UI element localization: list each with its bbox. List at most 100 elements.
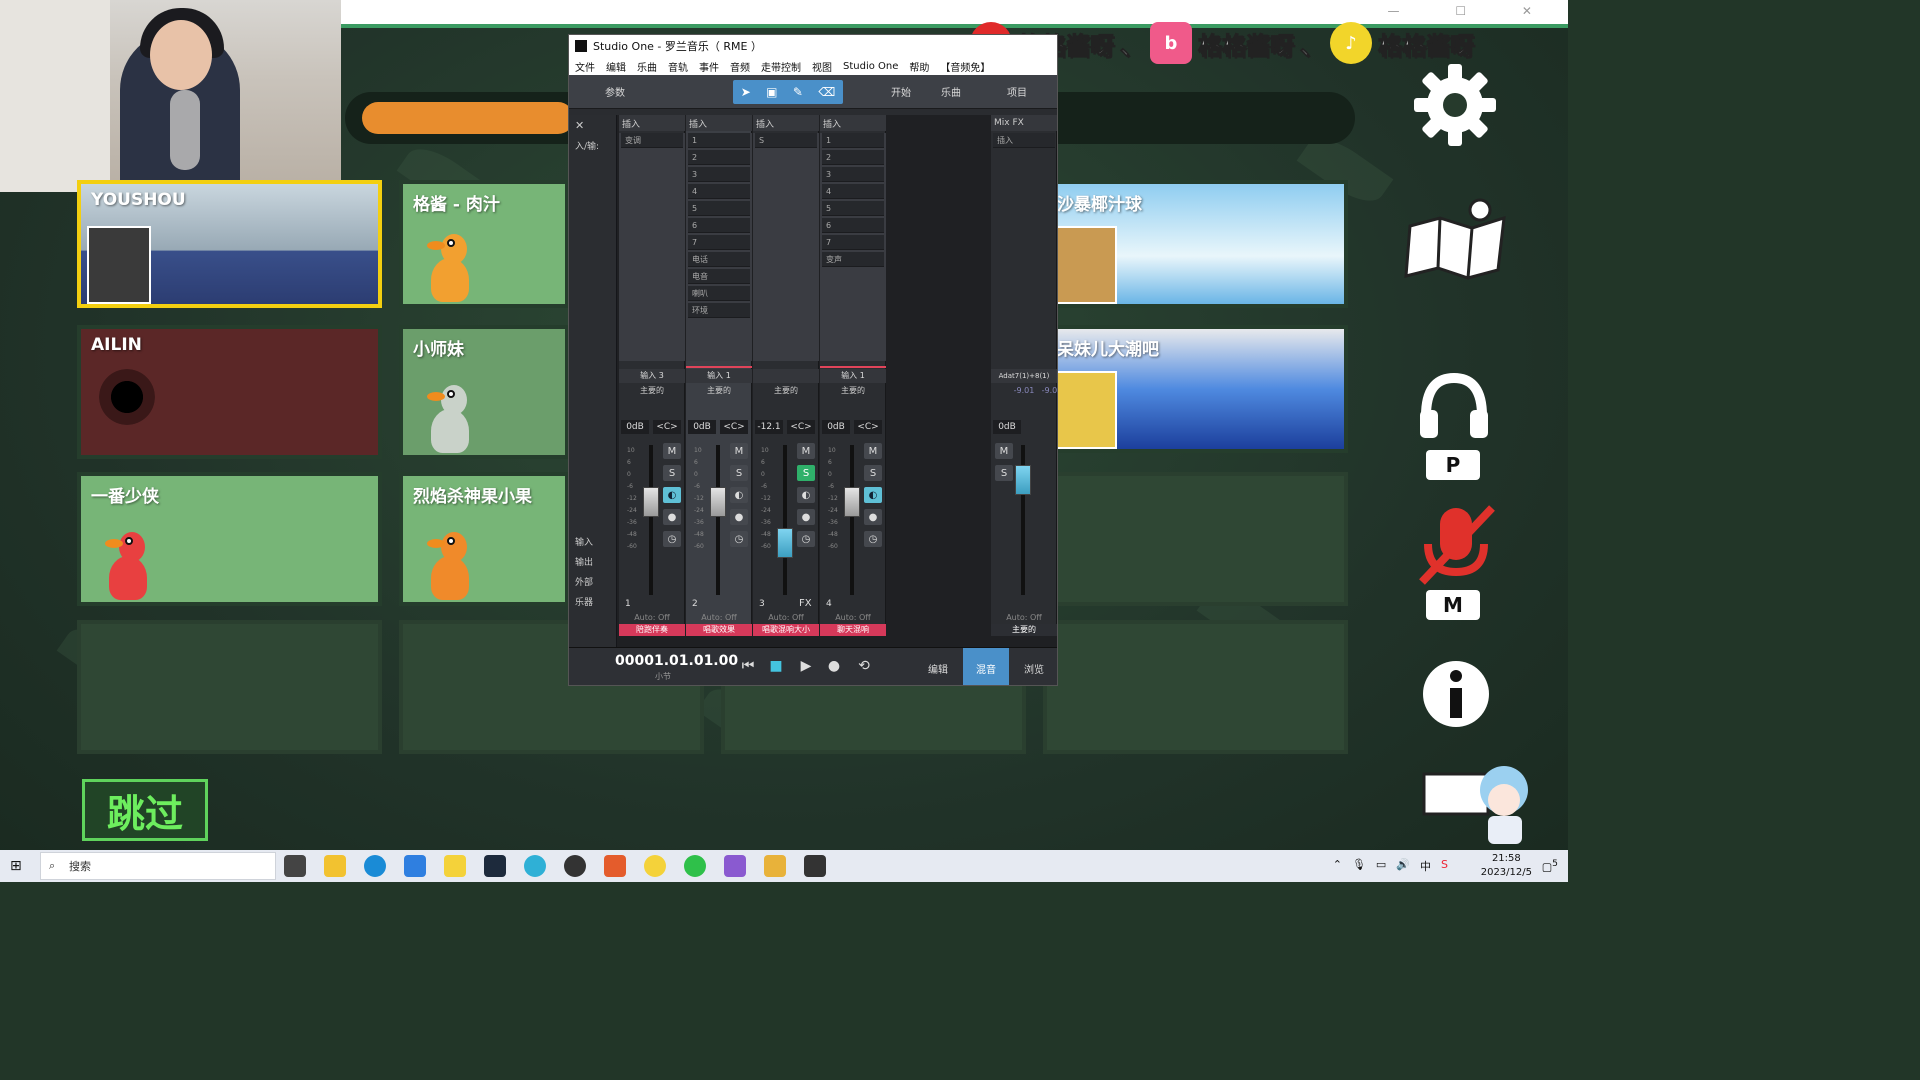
obs-icon[interactable]	[564, 855, 586, 877]
timer-icon[interactable]: ◷	[797, 531, 815, 547]
window-controls[interactable]: — ☐ ✕	[1388, 4, 1558, 18]
studio-one-taskbar-icon[interactable]	[804, 855, 826, 877]
steam-icon[interactable]	[484, 855, 506, 877]
channel-name[interactable]: 唱歌混响大小	[753, 624, 819, 636]
volume-fader[interactable]	[844, 487, 860, 517]
mixer-nav-item[interactable]: 外部	[575, 575, 593, 588]
player-card[interactable]: YOUSHOU	[77, 180, 382, 308]
insert-header[interactable]: 插入	[619, 115, 685, 131]
microphone-icon[interactable]: 🎙	[1352, 858, 1366, 874]
mixfx-header[interactable]: Mix FX	[991, 115, 1057, 131]
insert-slot[interactable]: 7	[688, 235, 750, 250]
automation-mode[interactable]: Auto: Off	[820, 613, 886, 622]
insert-slot[interactable]: 变调	[621, 133, 683, 148]
app-icon[interactable]	[524, 855, 546, 877]
mixer-nav-item[interactable]: 乐器	[575, 595, 593, 608]
record-arm-button[interactable]: ●	[663, 509, 681, 525]
view-tab[interactable]: 浏览	[1011, 648, 1057, 685]
pan-readout[interactable]: <C>	[720, 420, 748, 434]
network-icon[interactable]: ▭	[1376, 858, 1386, 874]
insert-slot[interactable]: 变声	[822, 252, 884, 267]
record-icon[interactable]: ●	[825, 658, 843, 676]
menu-item[interactable]: 走带控制	[761, 59, 801, 74]
player-card[interactable]: 小师妹	[399, 325, 569, 459]
menu-item[interactable]: 音频	[730, 59, 750, 74]
arrow-tool-icon[interactable]: ➤	[741, 85, 751, 99]
insert-header[interactable]: 插入	[753, 115, 819, 131]
volume-readout[interactable]: 0dB	[688, 420, 716, 434]
mute-button[interactable]: M	[730, 443, 748, 459]
volume-readout[interactable]: -12.1	[755, 420, 783, 434]
player-icon[interactable]	[444, 855, 466, 877]
view-tab[interactable]: 编辑	[915, 648, 961, 685]
play-icon[interactable]: ▶	[797, 658, 815, 676]
insert-slot[interactable]: 1	[688, 133, 750, 148]
timer-icon[interactable]: ◷	[663, 531, 681, 547]
insert-slot[interactable]: 3	[822, 167, 884, 182]
goose-goose-duck-icon[interactable]	[764, 855, 786, 877]
pan-readout[interactable]: <C>	[854, 420, 882, 434]
player-card[interactable]: 呆妹儿大潮吧	[1043, 325, 1348, 453]
qq-music-taskbar-icon[interactable]	[644, 855, 666, 877]
channel-strip[interactable]: 插入 1 2 3 4 5 6 7 电话 电音 喇叭 环境 输入 1 主要的 0dB <C> 10 6 0 -6 -12 -…	[686, 115, 752, 636]
channel-input[interactable]: 输入 1	[820, 369, 886, 383]
start-button[interactable]: 开始	[891, 84, 911, 99]
gear-icon[interactable]	[1412, 62, 1498, 148]
mixfx-input[interactable]: Adat7(1)+8(1)	[991, 369, 1057, 383]
volume-readout[interactable]: 0dB	[822, 420, 850, 434]
player-card[interactable]: 烈焰杀神果小果	[399, 472, 569, 606]
automation-mode[interactable]: Auto: Off	[753, 613, 819, 622]
params-dropdown[interactable]: 参数	[605, 84, 625, 99]
insert-slot[interactable]: 2	[822, 150, 884, 165]
pan-readout[interactable]: <C>	[653, 420, 681, 434]
insert-header[interactable]: 插入	[820, 115, 886, 131]
taskbar-search-input[interactable]: ⌕ 搜索	[40, 852, 276, 880]
insert-slot[interactable]: 电话	[688, 252, 750, 267]
mute-button[interactable]: M	[663, 443, 681, 459]
insert-slot[interactable]: 电音	[688, 269, 750, 284]
info-icon[interactable]	[1420, 658, 1492, 730]
pan-readout[interactable]: <C>	[787, 420, 815, 434]
channel-output[interactable]: 主要的	[753, 385, 819, 397]
skip-button[interactable]: 跳过	[82, 779, 208, 841]
ime-indicator[interactable]: 中	[1420, 858, 1431, 874]
insert-slot[interactable]: 4	[688, 184, 750, 199]
menu-item[interactable]: 事件	[699, 59, 719, 74]
loop-icon[interactable]: ⟲	[855, 658, 873, 676]
insert-slot[interactable]: 5	[822, 201, 884, 216]
channel-strip[interactable]: 插入 1 2 3 4 5 6 7 变声 输入 1 主要的 0dB <C> 10 6 0 -6 -12 -24 -36 -…	[820, 115, 886, 636]
solo-button[interactable]: S	[730, 465, 748, 481]
player-card[interactable]: 一番少侠	[77, 472, 382, 606]
insert-slot[interactable]: 6	[822, 218, 884, 233]
player-card[interactable]: 沙暴椰汁球	[1043, 180, 1348, 308]
insert-slot[interactable]: 7	[822, 235, 884, 250]
solo-button[interactable]: S	[663, 465, 681, 481]
mixer-nav-item[interactable]: 输出	[575, 555, 593, 568]
record-arm-button[interactable]: ●	[797, 509, 815, 525]
mute-button[interactable]: M	[797, 443, 815, 459]
menu-item[interactable]: 视图	[812, 59, 832, 74]
menu-item[interactable]: Studio One	[843, 61, 898, 72]
channel-name[interactable]: 陪跑伴奏	[619, 624, 685, 636]
channel-strip[interactable]: 插入 S 主要的 -12.1 <C> 10 6 0 -6 -12 -24 -36 -48 -60 M S ◐ ● ◷…	[753, 115, 819, 636]
volume-fader[interactable]	[1015, 465, 1031, 495]
sogou-icon[interactable]: S	[1441, 858, 1448, 874]
menu-item[interactable]: 【音频免】	[940, 59, 990, 74]
insert-header[interactable]: 插入	[686, 115, 752, 131]
automation-mode[interactable]: Auto: Off	[991, 613, 1057, 622]
channel-name[interactable]: 主要的	[991, 624, 1057, 636]
channel-input[interactable]: 输入 3	[619, 369, 685, 383]
file-explorer-icon[interactable]	[324, 855, 346, 877]
monitor-button[interactable]: ◐	[730, 487, 748, 503]
monitor-button[interactable]: ◐	[864, 487, 882, 503]
channel-output[interactable]: 主要的	[686, 385, 752, 397]
volume-icon[interactable]: 🔊	[1396, 858, 1410, 874]
clock[interactable]: 21:58 2023/12/5	[1481, 852, 1532, 880]
channel-output[interactable]: 主要的	[619, 385, 685, 397]
mixer-nav-item[interactable]: 输入	[575, 535, 593, 548]
edit-tools[interactable]: ➤ ▣ ✎ ⌫	[733, 80, 843, 104]
record-arm-button[interactable]: ●	[730, 509, 748, 525]
notification-icon[interactable]: ▢5	[1542, 858, 1558, 874]
insert-slot[interactable]: 4	[822, 184, 884, 199]
view-tab[interactable]: 混音	[963, 648, 1009, 685]
